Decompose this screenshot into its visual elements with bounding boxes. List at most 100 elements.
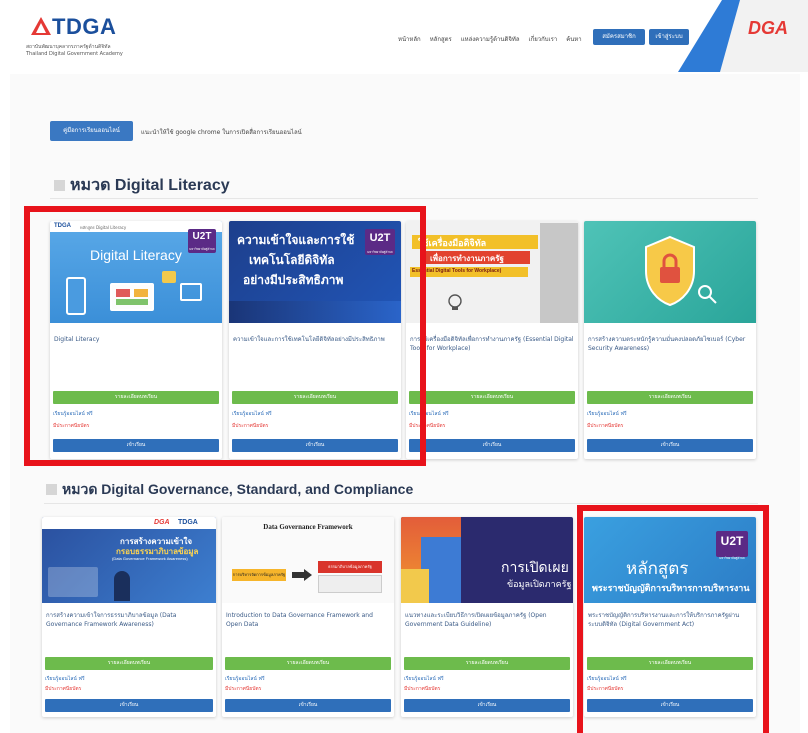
thumbnail-tdga-logo: TDGA [178, 519, 198, 526]
course-card[interactable]: U2T มหาวิทยาลัยสู่ตำบล หลักสูตร พระราชบัญ… [584, 517, 756, 717]
course-card[interactable]: TDGA หลักสูตร Digital Literacy Digital L… [50, 221, 222, 459]
laptop-block [116, 289, 130, 297]
certificate-label: มีประกาศนียบัตร [45, 686, 82, 692]
course-details-button[interactable]: รายละเอียดบทเรียน [232, 391, 398, 404]
course-details-button[interactable]: รายละเอียดบทเรียน [53, 391, 219, 404]
people-illustration [48, 567, 98, 597]
free-label: เรียนรู้ออนไลน์ ฟรี [587, 411, 627, 417]
thumbnail-line1: หลักสูตร [626, 559, 689, 578]
u2t-badge: U2T มหาวิทยาลัยสู่ตำบล [365, 229, 395, 255]
section-square-icon [46, 484, 57, 495]
thumbnail-heading: Data Governance Framework [263, 523, 353, 531]
laptop-illustration [110, 283, 154, 311]
monitor-illustration [180, 283, 202, 301]
thumbnail-dga-logo: DGA [154, 519, 170, 526]
phone-illustration [66, 277, 86, 315]
login-button[interactable]: เข้าสู่ระบบ [649, 29, 689, 45]
enter-course-button[interactable]: เข้าเรียน [232, 439, 398, 452]
certificate-label: มีประกาศนียบัตร [587, 423, 624, 429]
course-details-button[interactable]: รายละเอียดบทเรียน [587, 391, 753, 404]
course-title[interactable]: การใช้เครื่องมือดิจิทัลเพื่อการทำงานภาคร… [410, 335, 574, 353]
enter-course-button[interactable]: เข้าเรียน [409, 439, 575, 452]
nav-home[interactable]: หน้าหลัก [398, 34, 421, 44]
tdga-mark-icon [31, 17, 51, 35]
laptop-block [116, 299, 148, 305]
arrow-right-icon [292, 569, 312, 581]
course-thumbnail: DGA TDGA การสร้างความเข้าใจ กรอบธรรมาภิบ… [42, 517, 216, 603]
thumbnail-line3: Essential Digital Tools for Workplace) [412, 268, 502, 274]
enter-course-button[interactable]: เข้าเรียน [404, 699, 570, 712]
course-details-button[interactable]: รายละเอียดบทเรียน [225, 657, 391, 670]
course-title[interactable]: Introduction to Data Governance Framewor… [226, 611, 390, 629]
course-title[interactable]: พระราชบัญญัติการบริหารงานและการให้บริการ… [588, 611, 752, 629]
u2t-badge-text: U2T [720, 534, 744, 548]
certificate-label: มีประกาศนียบัตร [409, 423, 446, 429]
certificate-label: มีประกาศนียบัตร [225, 686, 262, 692]
enter-course-button[interactable]: เข้าเรียน [53, 439, 219, 452]
online-manual-button[interactable]: คู่มือการเรียนออนไลน์ [50, 121, 133, 141]
section-square-icon [54, 180, 65, 191]
u2t-badge: U2T มหาวิทยาลัยสู่ตำบล [188, 229, 216, 253]
free-label: เรียนรู้ออนไลน์ ฟรี [587, 676, 627, 682]
thumbnail-box1: การบริหารจัดการข้อมูลภาครัฐ [232, 569, 286, 581]
nav-digital-knowledge[interactable]: แหล่งความรู้ด้านดิจิทัล [461, 34, 520, 44]
course-card[interactable]: การสร้างความตระหนักรู้ความมั่นคงปลอดภัยไ… [584, 221, 756, 459]
nav-about[interactable]: เกี่ยวกับเรา [529, 34, 558, 44]
register-button[interactable]: สมัครสมาชิก [593, 29, 645, 45]
course-card[interactable]: Data Governance Framework การบริหารจัดกา… [222, 517, 394, 717]
thumbnail-box3 [318, 575, 382, 593]
thumbnail-line2: พระราชบัญญัติการบริหารการบริหารงาน [592, 583, 750, 593]
course-details-button[interactable]: รายละเอียดบทเรียน [409, 391, 575, 404]
enter-course-button[interactable]: เข้าเรียน [225, 699, 391, 712]
course-thumbnail: ใช้เครื่องมือดิจิทัล เพื่อการทำงานภาครัฐ… [406, 221, 578, 323]
thumbnail-footer [229, 301, 401, 323]
course-card[interactable]: ใช้เครื่องมือดิจิทัล เพื่อการทำงานภาครัฐ… [406, 221, 578, 459]
site-header: TDGA สถาบันพัฒนาบุคลากรภาครัฐด้านดิจิทัล… [0, 0, 808, 72]
thumbnail-brand: TDGA [54, 223, 71, 229]
dga-logo[interactable]: DGA [748, 18, 788, 39]
course-title[interactable]: การสร้างความเข้าใจการธรรมาภิบาลข้อมูล (D… [46, 611, 212, 629]
keyboard-illustration [540, 223, 578, 323]
course-title[interactable]: Digital Literacy [54, 335, 218, 344]
course-card[interactable]: DGA TDGA การสร้างความเข้าใจ กรอบธรรมาภิบ… [42, 517, 216, 717]
tdga-logo[interactable]: TDGA สถาบันพัฒนาบุคลากรภาครัฐด้านดิจิทัล… [22, 14, 162, 62]
certificate-label: มีประกาศนียบัตร [53, 423, 90, 429]
nav-search[interactable]: ค้นหา [566, 34, 581, 44]
course-title[interactable]: แนวทางและระเบียบวิธีการเปิดเผยข้อมูลภาคร… [405, 611, 569, 629]
folder-icon [162, 271, 176, 283]
enter-course-button[interactable]: เข้าเรียน [587, 439, 753, 452]
thumbnail-shape-yellow [401, 569, 429, 603]
browser-note: แนะนำให้ใช้ google chrome ในการเปิดสื่อก… [141, 129, 302, 136]
course-details-button[interactable]: รายละเอียดบทเรียน [404, 657, 570, 670]
nav-courses[interactable]: หลักสูตร [430, 34, 452, 44]
section-title-text: หมวด Digital Governance, Standard, and C… [62, 481, 414, 497]
course-details-button[interactable]: รายละเอียดบทเรียน [587, 657, 753, 670]
u2t-badge-text: U2T [192, 231, 212, 242]
thumbnail-line2: เทคโนโลยีดิจิทัล [249, 253, 335, 267]
course-details-button[interactable]: รายละเอียดบทเรียน [45, 657, 213, 670]
section-title-text: หมวด Digital Literacy [70, 177, 230, 194]
thumbnail-line1: ใช้เครื่องมือดิจิทัล [418, 238, 487, 248]
free-label: เรียนรู้ออนไลน์ ฟรี [232, 411, 272, 417]
course-title[interactable]: การสร้างความตระหนักรู้ความมั่นคงปลอดภัยไ… [588, 335, 752, 353]
free-label: เรียนรู้ออนไลน์ ฟรี [53, 411, 93, 417]
enter-course-button[interactable]: เข้าเรียน [45, 699, 213, 712]
thumbnail-line3: (Data Governance Framework Awareness) [112, 556, 188, 561]
course-title[interactable]: ความเข้าใจและการใช้เทคโนโลยีดิจิทัลอย่าง… [233, 335, 397, 344]
free-label: เรียนรู้ออนไลน์ ฟรี [225, 676, 265, 682]
thumbnail-line1: ความเข้าใจและการใช้ [237, 233, 355, 247]
thumbnail-box2: ธรรมาภิบาลข้อมูลภาครัฐ [318, 561, 382, 573]
thumbnail-brand-sub: หลักสูตร Digital Literacy [80, 225, 127, 230]
u2t-badge-sub: มหาวิทยาลัยสู่ตำบล [189, 247, 215, 251]
u2t-badge-sub: มหาวิทยาลัยสู่ตำบล [719, 556, 745, 560]
course-card[interactable]: ความเข้าใจและการใช้ เทคโนโลยีดิจิทัล อย่… [229, 221, 401, 459]
course-card[interactable]: การเปิดเผย ข้อมูลเปิดภาครัฐ แนวทางและระเ… [401, 517, 573, 717]
course-thumbnail [584, 221, 756, 323]
certificate-label: มีประกาศนียบัตร [404, 686, 441, 692]
laptop-block [134, 289, 148, 297]
u2t-badge-text: U2T [369, 232, 391, 244]
course-thumbnail: Data Governance Framework การบริหารจัดกา… [222, 517, 394, 603]
enter-course-button[interactable]: เข้าเรียน [587, 699, 753, 712]
magnifier-icon [698, 285, 717, 304]
free-label: เรียนรู้ออนไลน์ ฟรี [409, 411, 449, 417]
